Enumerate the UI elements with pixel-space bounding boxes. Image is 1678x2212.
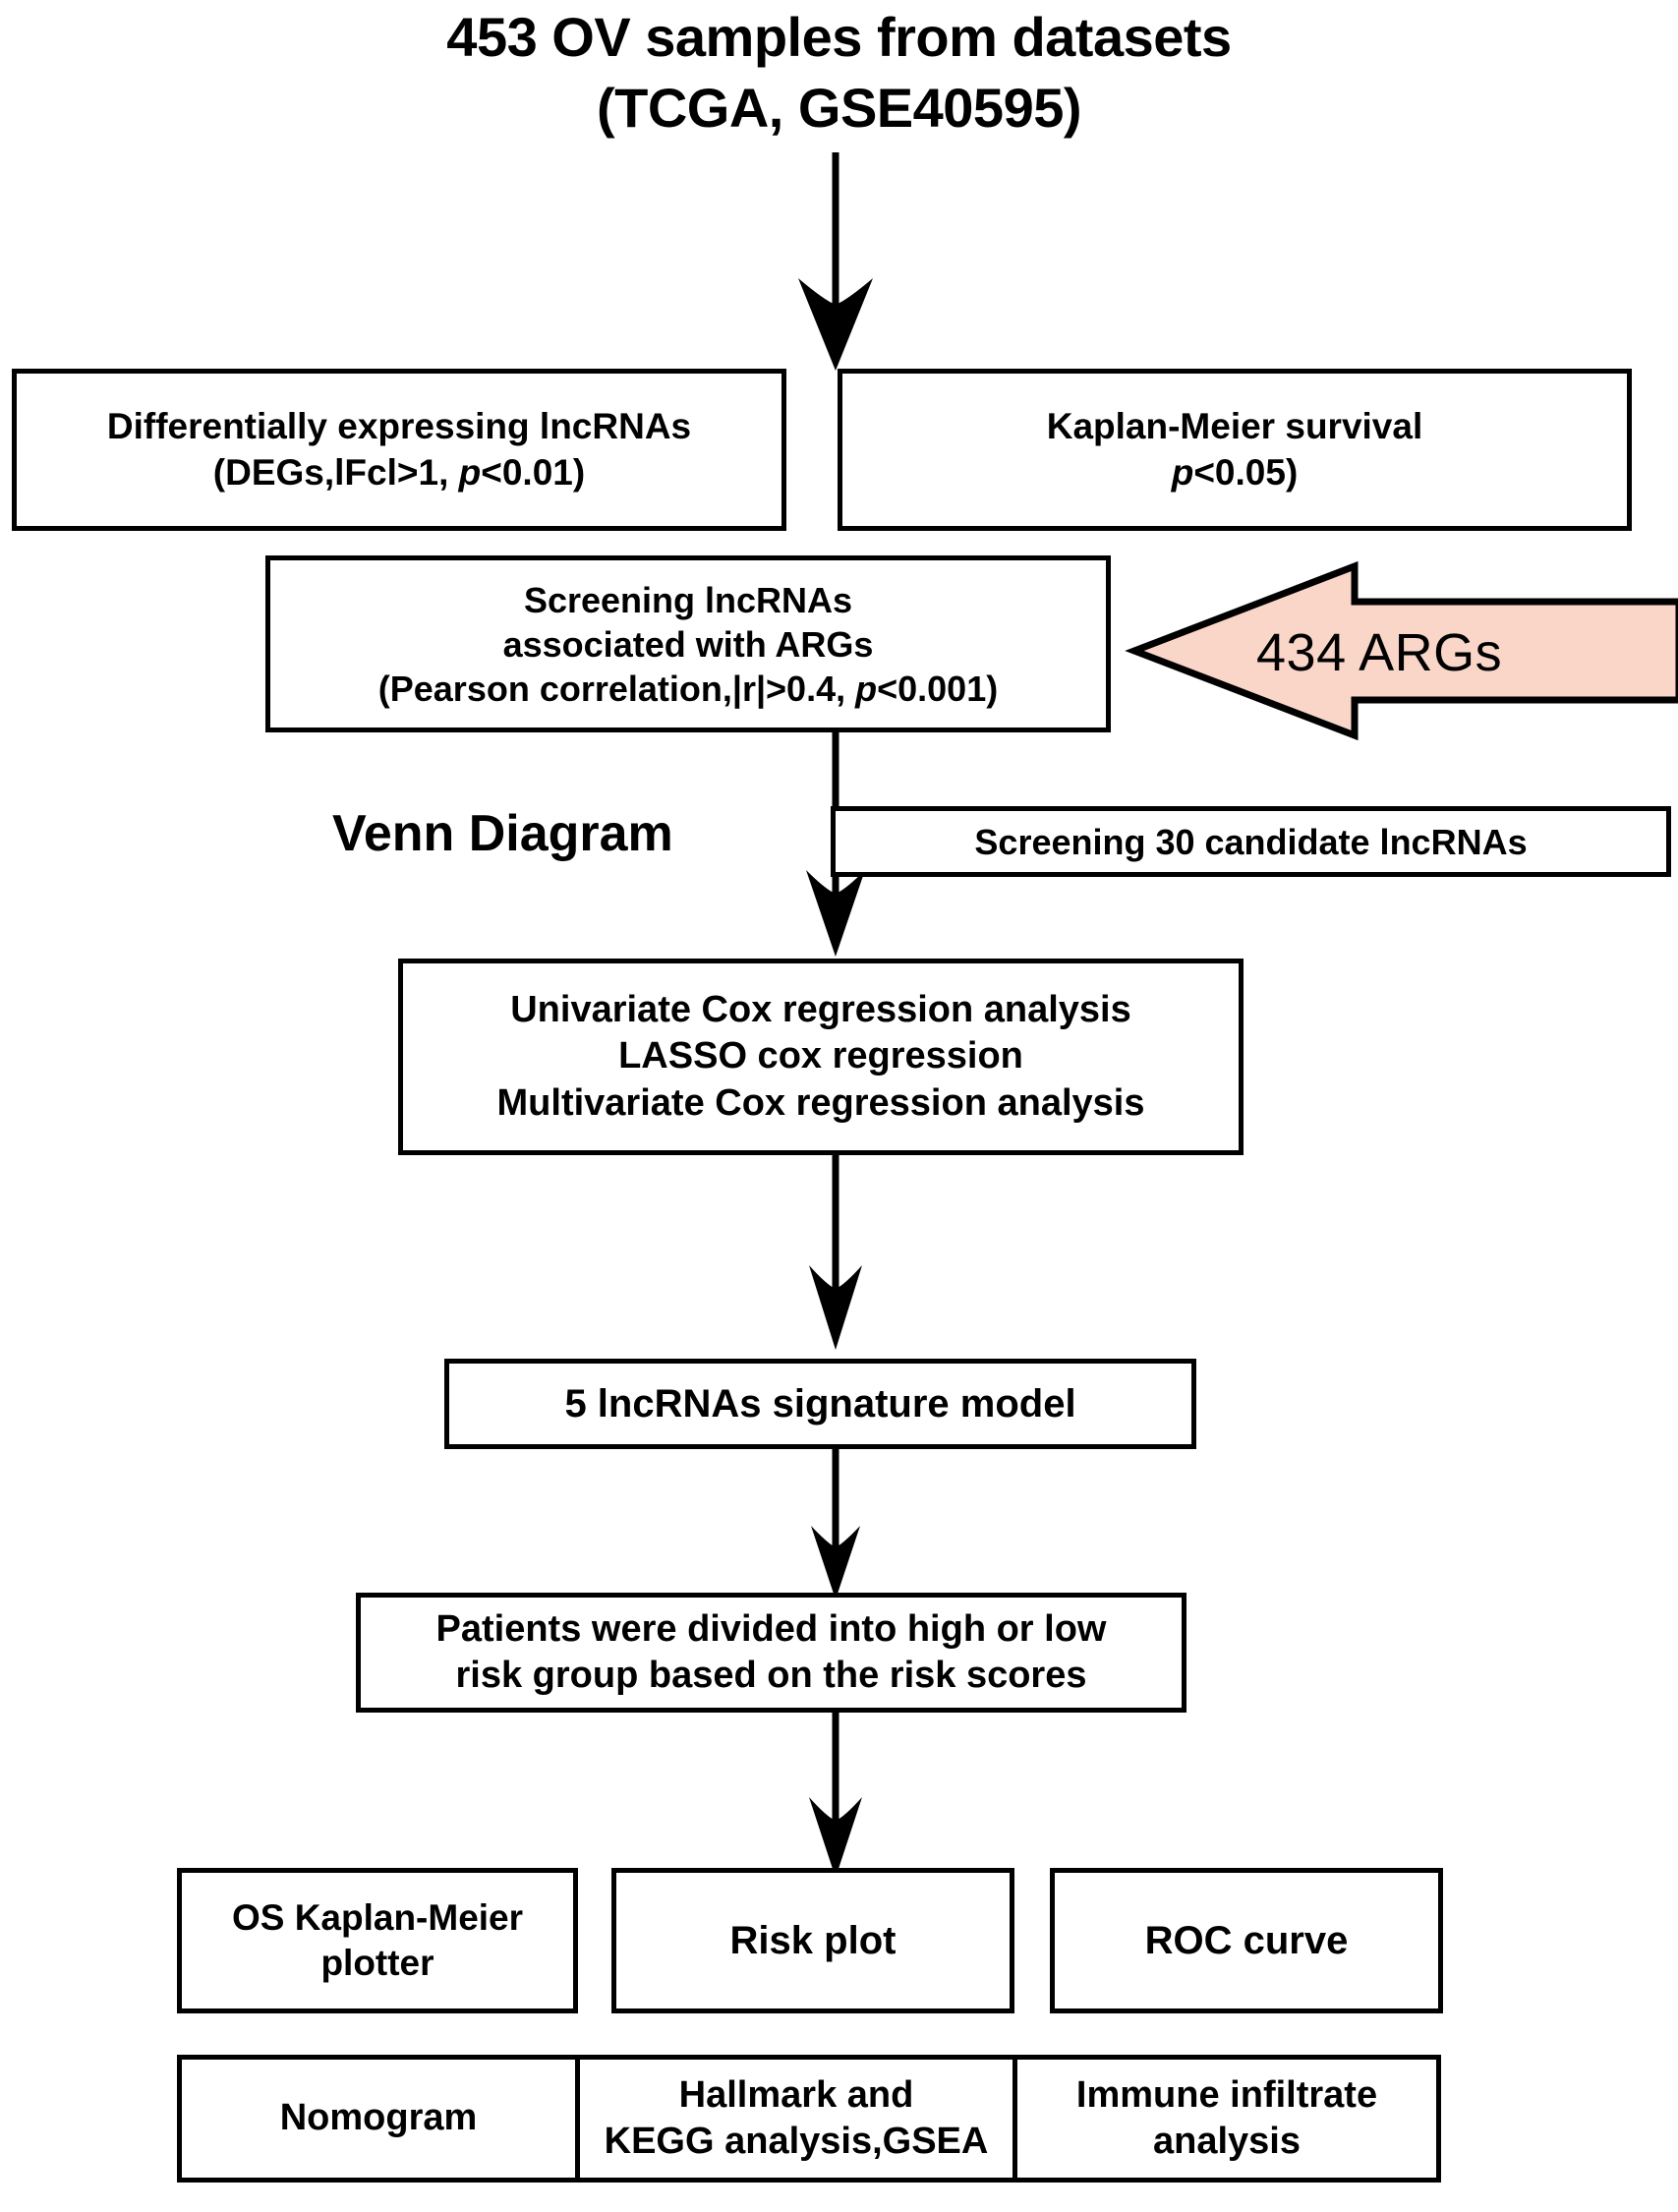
hallmark-line-2: KEGG analysis,GSEA xyxy=(604,2121,989,2162)
label-venn-diagram: Venn Diagram xyxy=(332,805,673,862)
box-signature-model: 5 lncRNAs signature model xyxy=(444,1359,1196,1449)
screening-line-2: associated with ARGs xyxy=(502,623,874,665)
deg-line-2: (DEGs,lFcl>1, p<0.01) xyxy=(212,451,586,493)
cox-line-1: Univariate Cox regression analysis xyxy=(510,988,1131,1030)
arrow-434-args-label: 434 ARGs xyxy=(1256,623,1503,682)
nomogram-line-1: Nomogram xyxy=(279,2097,478,2139)
roc-curve-line-1: ROC curve xyxy=(1144,1919,1349,1962)
signature-line-1: 5 lncRNAs signature model xyxy=(564,1382,1076,1426)
box-nomogram: Nomogram xyxy=(177,2055,580,2183)
arrow-cox-to-signature xyxy=(809,1155,862,1350)
box-os-kaplan-meier-plotter: OS Kaplan-Meier plotter xyxy=(177,1868,578,2013)
screening-line-3: (Pearson correlation,|r|>0.4, p<0.001) xyxy=(377,668,999,709)
box-cox-regression: Univariate Cox regression analysis LASSO… xyxy=(398,959,1244,1155)
risk-groups-line-1: Patients were divided into high or low xyxy=(435,1607,1107,1650)
km-line-2: p<0.05) xyxy=(1171,451,1299,493)
hallmark-line-1: Hallmark and xyxy=(678,2073,914,2116)
screening-p-italic: p xyxy=(855,668,878,709)
title-line-2: (TCGA, GSE40595) xyxy=(596,77,1082,139)
title-line-1: 453 OV samples from datasets xyxy=(446,6,1232,68)
box-risk-groups: Patients were divided into high or low r… xyxy=(356,1593,1186,1713)
risk-plot-line-1: Risk plot xyxy=(729,1919,897,1962)
box-risk-plot: Risk plot xyxy=(611,1868,1014,2013)
box-immune-infiltrate-analysis: Immune infiltrate analysis xyxy=(1013,2055,1441,2183)
box-differentially-expressing-lncrnas: Differentially expressing lncRNAs (DEGs,… xyxy=(12,369,786,531)
os-km-line-2: plotter xyxy=(320,1943,434,1983)
flowchart-canvas: 453 OV samples from datasets (TCGA, GSE4… xyxy=(0,0,1678,2212)
arrow-risk-groups-to-results xyxy=(809,1713,862,1878)
arrow-title-to-screen xyxy=(798,152,873,371)
box-hallmark-kegg-gsea: Hallmark and KEGG analysis,GSEA xyxy=(575,2055,1017,2183)
cox-line-3: Multivariate Cox regression analysis xyxy=(496,1081,1145,1124)
page-title: 453 OV samples from datasets (TCGA, GSE4… xyxy=(0,2,1678,144)
immune-line-2: analysis xyxy=(1153,2121,1301,2162)
box-kaplan-meier-survival: Kaplan-Meier survival p<0.05) xyxy=(838,369,1632,531)
os-km-line-1: OS Kaplan-Meier xyxy=(231,1896,524,1938)
candidate-line-1: Screening 30 candidate lncRNAs xyxy=(974,821,1528,862)
km-line-1: Kaplan-Meier survival xyxy=(1046,406,1423,447)
box-roc-curve: ROC curve xyxy=(1050,1868,1443,2013)
arrow-signature-to-risk-groups xyxy=(811,1449,860,1600)
km-p-italic: p xyxy=(1171,451,1194,493)
cox-line-2: LASSO cox regression xyxy=(618,1035,1023,1077)
deg-p-italic: p xyxy=(458,451,482,493)
screening-line-1: Screening lncRNAs xyxy=(523,579,853,620)
deg-line-1: Differentially expressing lncRNAs xyxy=(106,406,692,447)
box-screening-lncrnas-args: Screening lncRNAs associated with ARGs (… xyxy=(265,555,1111,732)
risk-groups-line-2: risk group based on the risk scores xyxy=(455,1655,1087,1696)
box-screening-30-candidate-lncrnas: Screening 30 candidate lncRNAs xyxy=(831,806,1671,877)
immune-line-1: Immune infiltrate xyxy=(1075,2073,1378,2116)
